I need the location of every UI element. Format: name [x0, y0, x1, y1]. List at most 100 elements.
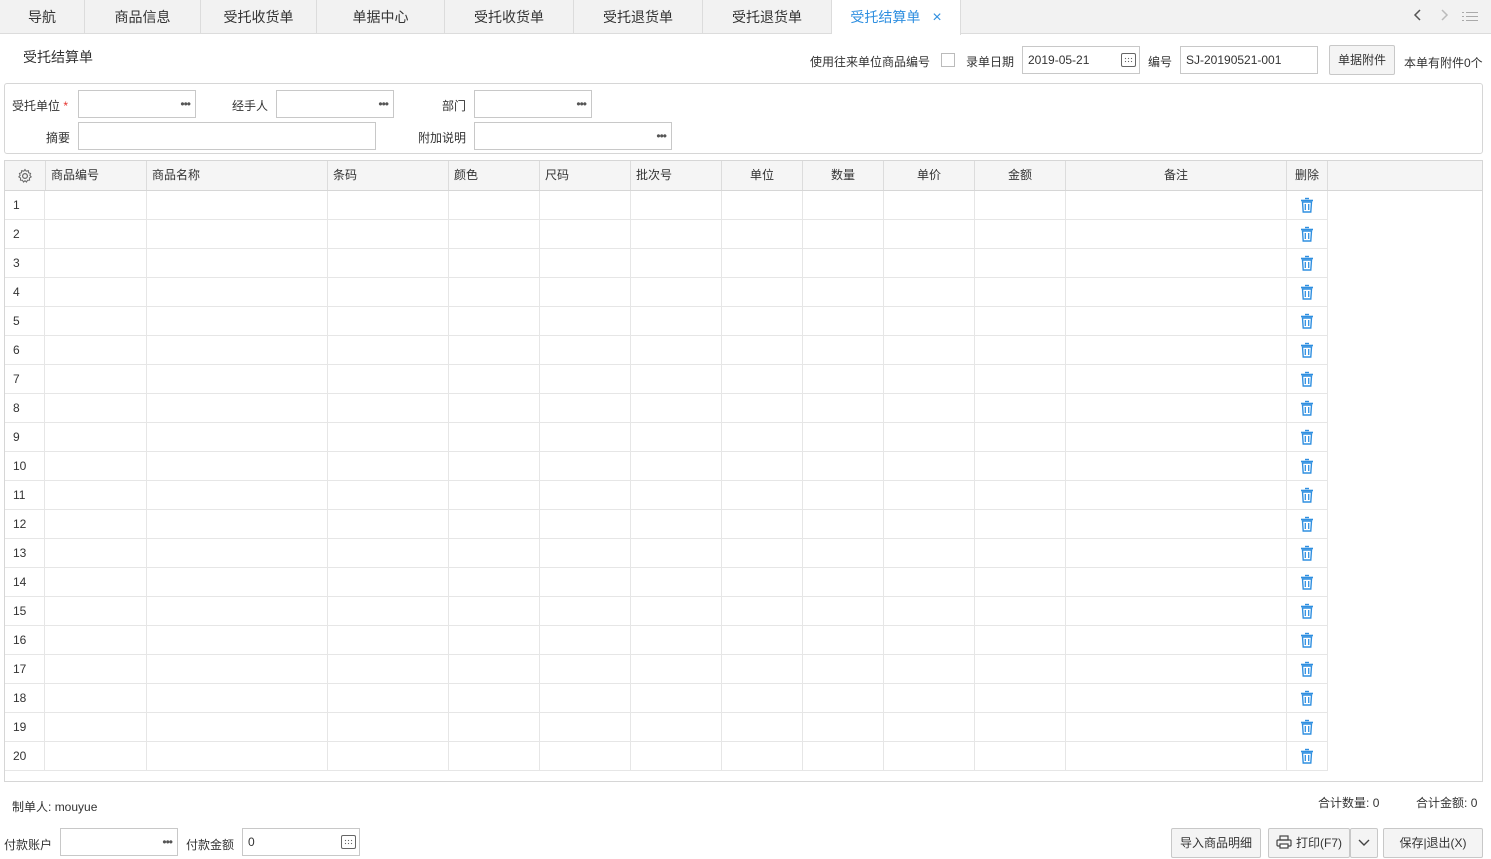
- table-cell[interactable]: [147, 394, 328, 422]
- table-cell[interactable]: [631, 452, 722, 480]
- table-cell[interactable]: [449, 539, 540, 567]
- table-cell[interactable]: [540, 539, 631, 567]
- table-cell[interactable]: [631, 394, 722, 422]
- table-cell[interactable]: [803, 249, 884, 277]
- table-cell[interactable]: [147, 307, 328, 335]
- table-cell[interactable]: [803, 568, 884, 596]
- col-product-code[interactable]: 商品编号: [46, 161, 147, 190]
- table-cell[interactable]: [975, 742, 1066, 770]
- table-cell[interactable]: [449, 278, 540, 306]
- table-cell[interactable]: [803, 307, 884, 335]
- table-row[interactable]: 15: [5, 597, 1328, 626]
- table-row[interactable]: 16: [5, 626, 1328, 655]
- table-cell[interactable]: [540, 452, 631, 480]
- table-cell[interactable]: [803, 742, 884, 770]
- trash-icon[interactable]: [1300, 632, 1314, 648]
- table-cell[interactable]: [803, 423, 884, 451]
- table-cell[interactable]: [631, 684, 722, 712]
- table-cell[interactable]: [328, 597, 449, 625]
- table-cell[interactable]: [540, 220, 631, 248]
- table-cell[interactable]: [1066, 307, 1287, 335]
- table-row[interactable]: 11: [5, 481, 1328, 510]
- table-cell[interactable]: [722, 684, 803, 712]
- table-cell[interactable]: [975, 539, 1066, 567]
- table-cell[interactable]: [46, 307, 147, 335]
- table-cell[interactable]: [328, 220, 449, 248]
- close-icon[interactable]: ×: [932, 1, 941, 35]
- table-cell[interactable]: [540, 626, 631, 654]
- table-cell[interactable]: [803, 452, 884, 480]
- table-cell[interactable]: [449, 423, 540, 451]
- table-cell[interactable]: [722, 597, 803, 625]
- table-cell[interactable]: [803, 510, 884, 538]
- list-icon[interactable]: [1462, 11, 1478, 23]
- table-cell[interactable]: [1066, 249, 1287, 277]
- col-remark[interactable]: 备注: [1066, 161, 1287, 190]
- table-cell[interactable]: [540, 655, 631, 683]
- table-cell[interactable]: [1066, 191, 1287, 219]
- table-row[interactable]: 1: [5, 191, 1328, 220]
- table-row[interactable]: 7: [5, 365, 1328, 394]
- table-row[interactable]: 4: [5, 278, 1328, 307]
- table-cell[interactable]: [147, 452, 328, 480]
- table-cell[interactable]: [803, 655, 884, 683]
- table-cell[interactable]: [975, 220, 1066, 248]
- table-cell[interactable]: [803, 394, 884, 422]
- table-cell[interactable]: [722, 307, 803, 335]
- table-cell[interactable]: [540, 365, 631, 393]
- table-cell[interactable]: [884, 452, 975, 480]
- table-cell[interactable]: [328, 365, 449, 393]
- trash-icon[interactable]: [1300, 516, 1314, 532]
- table-cell[interactable]: [46, 655, 147, 683]
- table-cell[interactable]: [884, 568, 975, 596]
- table-cell[interactable]: [884, 423, 975, 451]
- table-cell[interactable]: [540, 481, 631, 509]
- print-button[interactable]: 打印(F7): [1268, 828, 1350, 858]
- table-cell[interactable]: [884, 278, 975, 306]
- table-cell[interactable]: [1066, 220, 1287, 248]
- table-cell[interactable]: [328, 481, 449, 509]
- table-row[interactable]: 6: [5, 336, 1328, 365]
- table-cell[interactable]: [46, 510, 147, 538]
- table-row[interactable]: 2: [5, 220, 1328, 249]
- table-cell[interactable]: [540, 684, 631, 712]
- table-cell[interactable]: [975, 481, 1066, 509]
- table-cell[interactable]: [46, 684, 147, 712]
- table-cell[interactable]: [46, 481, 147, 509]
- table-cell[interactable]: [46, 597, 147, 625]
- tab-consign-return-2[interactable]: 受托退货单: [703, 0, 832, 34]
- table-cell[interactable]: [722, 539, 803, 567]
- table-row[interactable]: 14: [5, 568, 1328, 597]
- table-row[interactable]: 5: [5, 307, 1328, 336]
- table-cell[interactable]: [147, 742, 328, 770]
- table-cell[interactable]: [975, 278, 1066, 306]
- table-cell[interactable]: [328, 249, 449, 277]
- table-cell[interactable]: [975, 713, 1066, 741]
- table-row[interactable]: 10: [5, 452, 1328, 481]
- table-cell[interactable]: [722, 655, 803, 683]
- table-cell[interactable]: [803, 626, 884, 654]
- consignor-field[interactable]: •••: [78, 90, 196, 118]
- table-cell[interactable]: [722, 742, 803, 770]
- table-cell[interactable]: [975, 423, 1066, 451]
- table-cell[interactable]: [328, 684, 449, 712]
- trash-icon[interactable]: [1300, 284, 1314, 300]
- col-quantity[interactable]: 数量: [803, 161, 884, 190]
- table-cell[interactable]: [147, 481, 328, 509]
- table-cell[interactable]: [803, 336, 884, 364]
- table-cell[interactable]: [147, 684, 328, 712]
- table-cell[interactable]: [46, 452, 147, 480]
- table-cell[interactable]: [1066, 713, 1287, 741]
- table-cell[interactable]: [1066, 510, 1287, 538]
- table-cell[interactable]: [1066, 394, 1287, 422]
- more-icon[interactable]: •••: [576, 91, 587, 117]
- pay-account-field[interactable]: •••: [60, 828, 178, 856]
- table-cell[interactable]: [540, 191, 631, 219]
- table-cell[interactable]: [147, 713, 328, 741]
- table-cell[interactable]: [147, 191, 328, 219]
- table-cell[interactable]: [975, 597, 1066, 625]
- table-row[interactable]: 3: [5, 249, 1328, 278]
- table-cell[interactable]: [803, 220, 884, 248]
- table-cell[interactable]: [540, 597, 631, 625]
- table-cell[interactable]: [803, 365, 884, 393]
